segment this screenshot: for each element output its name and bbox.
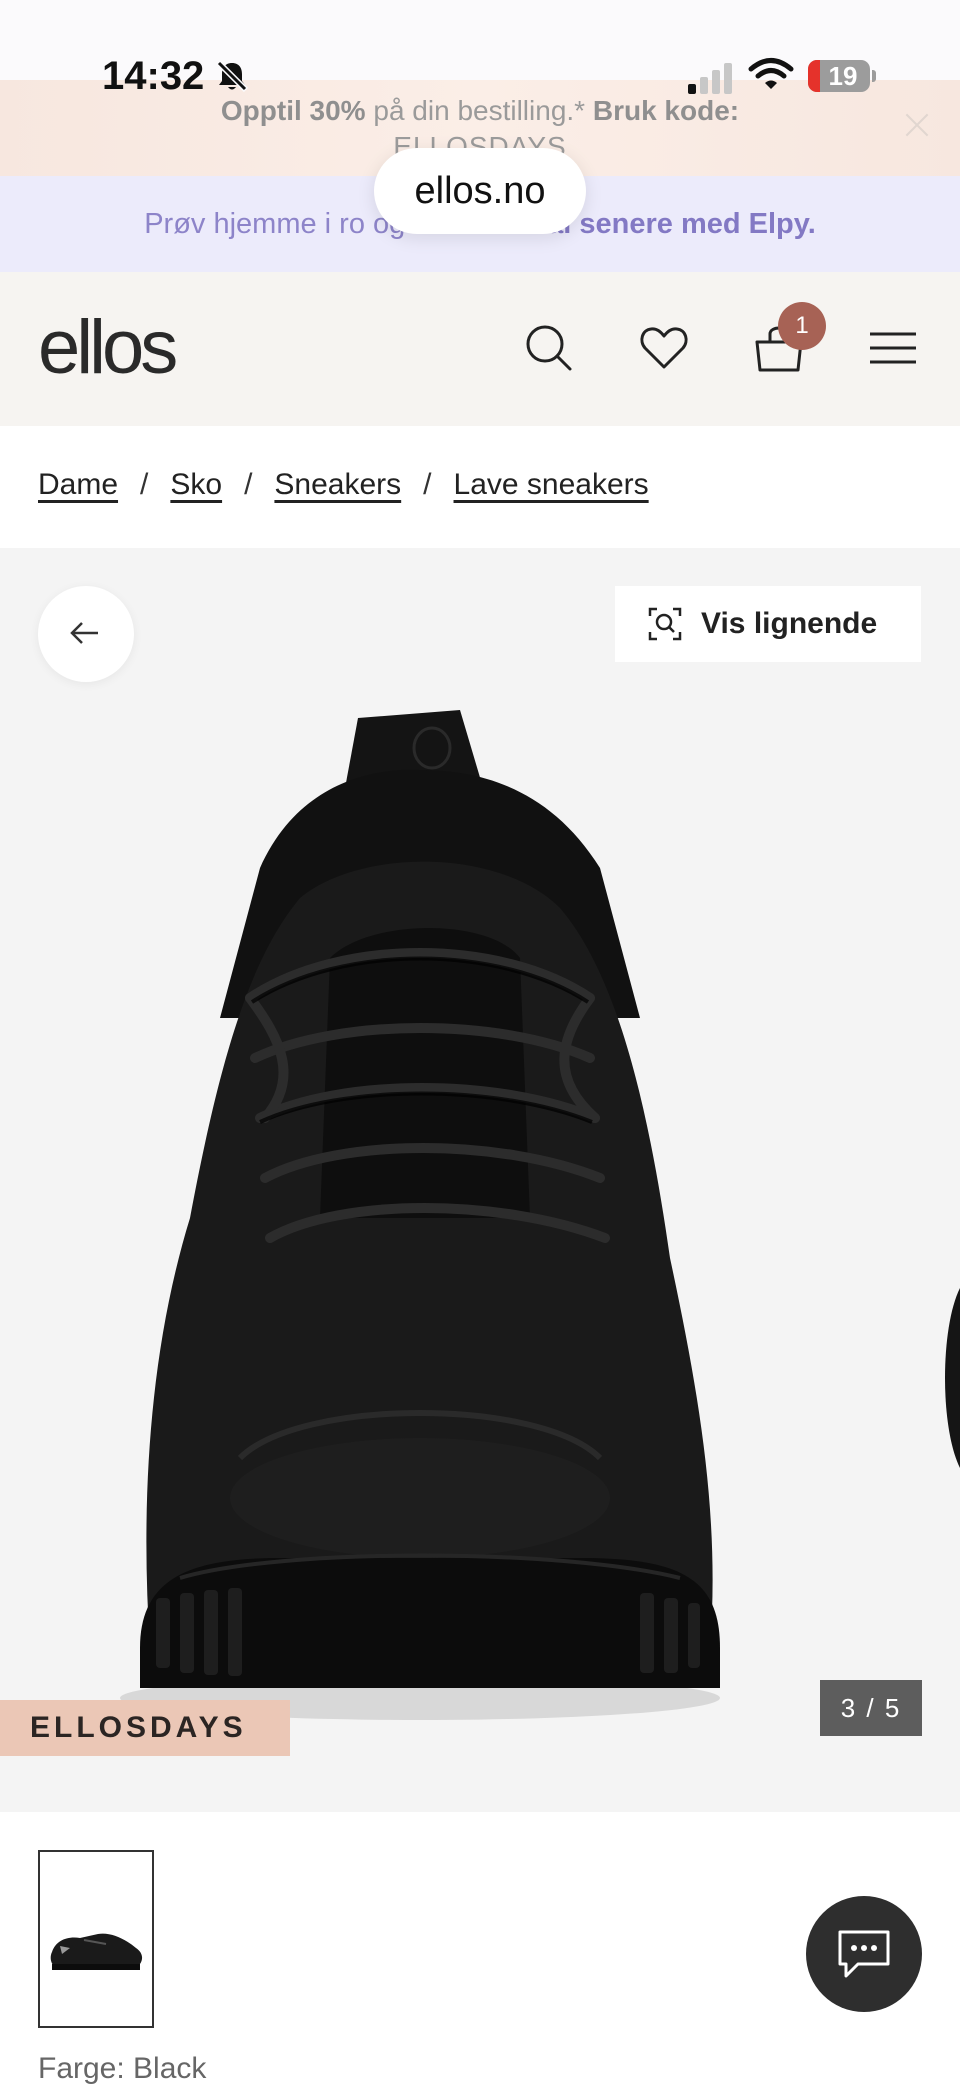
close-icon[interactable] — [902, 110, 932, 140]
promo-text: på din bestilling.* — [365, 95, 593, 126]
breadcrumb-separator: / — [244, 468, 253, 501]
campaign-tag: ELLOSDAYS — [0, 1700, 290, 1756]
bell-off-icon — [215, 59, 249, 93]
heart-icon[interactable] — [636, 320, 692, 376]
site-header: ellos 1 — [0, 272, 960, 426]
next-image-peek — [945, 1288, 960, 1468]
status-bar: 14:32 19 — [0, 0, 960, 98]
product-page: Opptil 30% på din bestilling.* Bruk kode… — [0, 0, 960, 2087]
breadcrumb-separator: / — [140, 468, 149, 501]
visual-search-icon — [648, 607, 682, 641]
menu-icon[interactable] — [866, 320, 922, 376]
ellos-logo[interactable]: ellos — [38, 308, 178, 388]
color-thumbnail[interactable] — [38, 1850, 154, 2028]
color-label: Farge: Black — [38, 2052, 207, 2085]
show-similar-label: Vis lignende — [701, 607, 878, 640]
elpy-text: Prøv hjemme i ro og — [144, 208, 414, 240]
promo-discount: Opptil 30% — [220, 95, 366, 126]
breadcrumb-sneakers[interactable]: Sneakers — [274, 468, 401, 502]
breadcrumb-dame[interactable]: Dame — [38, 468, 118, 502]
chat-button[interactable] — [806, 1896, 922, 2012]
breadcrumb-sko[interactable]: Sko — [170, 468, 222, 502]
product-gallery[interactable]: Vis lignende ELLOSDAYS 3 / 5 — [0, 548, 960, 1812]
battery-level: 19 — [828, 61, 858, 91]
chat-icon — [838, 1930, 890, 1978]
arrow-left-icon — [70, 622, 98, 644]
url-pill[interactable]: ellos.no — [374, 148, 586, 234]
breadcrumb-lave-sneakers[interactable]: Lave sneakers — [454, 468, 649, 502]
promo-code-label: Bruk kode: — [592, 95, 740, 126]
product-image — [120, 710, 720, 1720]
cart-count-badge: 1 — [778, 302, 826, 350]
breadcrumb: Dame / Sko / Sneakers / Lave sneakers — [38, 468, 649, 502]
battery-icon: 19 — [808, 60, 870, 92]
thumbnail-shoe-image — [50, 1933, 143, 1970]
breadcrumb-separator: / — [423, 468, 432, 501]
back-button[interactable] — [38, 586, 134, 682]
wifi-icon — [748, 58, 794, 89]
image-counter: 3 / 5 — [820, 1680, 922, 1736]
search-icon[interactable] — [521, 320, 577, 376]
battery-tip — [872, 70, 876, 82]
show-similar-button[interactable]: Vis lignende — [615, 586, 921, 662]
signal-icon — [688, 58, 734, 94]
status-time: 14:32 — [102, 54, 205, 98]
